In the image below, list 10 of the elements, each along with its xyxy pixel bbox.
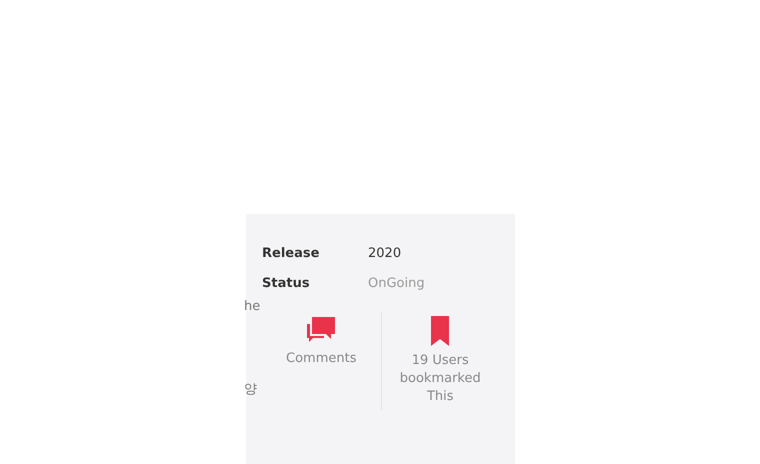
- comments-icon: [305, 316, 338, 344]
- text-fragment: 양: [244, 381, 257, 398]
- bookmark-icon: [430, 316, 450, 346]
- text-fragment: he: [244, 299, 260, 314]
- info-value: 2020: [368, 246, 402, 260]
- info-value: OnGoing: [368, 276, 426, 290]
- action-label[interactable]: Comments: [273, 350, 370, 368]
- info-label: Status: [262, 276, 311, 290]
- info-label: Release: [262, 246, 320, 260]
- action-label[interactable]: 19 Users bookmarked This: [392, 352, 488, 406]
